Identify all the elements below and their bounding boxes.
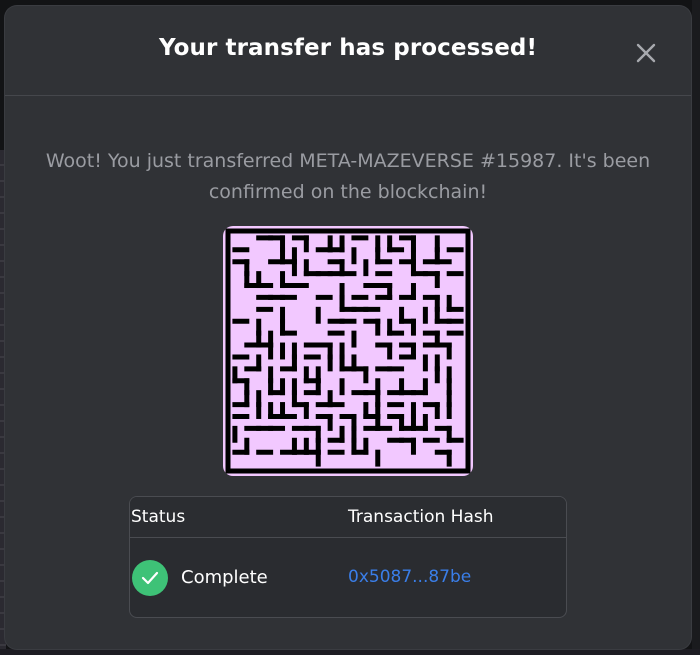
table-row: Complete 0x5087...87be bbox=[130, 538, 566, 617]
transfer-success-modal: Your transfer has processed! Woot! You j… bbox=[5, 6, 691, 649]
modal-header: Your transfer has processed! bbox=[5, 6, 691, 96]
background-panel-right bbox=[692, 0, 700, 655]
nft-maze-image bbox=[223, 226, 473, 476]
close-icon bbox=[636, 43, 656, 63]
status-value: Complete bbox=[181, 567, 268, 588]
status-column-header: Status bbox=[131, 507, 186, 527]
transaction-hash-link[interactable]: 0x5087...87be bbox=[348, 567, 471, 587]
check-circle-icon bbox=[132, 560, 168, 596]
transaction-status-table: Status Transaction Hash Complete 0x5087.… bbox=[129, 496, 567, 618]
hash-column-header: Transaction Hash bbox=[348, 507, 494, 527]
background-panel-bottom bbox=[0, 649, 700, 655]
table-header-row: Status Transaction Hash bbox=[130, 497, 566, 538]
close-button[interactable] bbox=[635, 42, 657, 64]
modal-title: Your transfer has processed! bbox=[158, 35, 538, 61]
confirmation-message: Woot! You just transferred META-MAZEVERS… bbox=[45, 150, 651, 203]
maze-artwork bbox=[225, 228, 471, 474]
